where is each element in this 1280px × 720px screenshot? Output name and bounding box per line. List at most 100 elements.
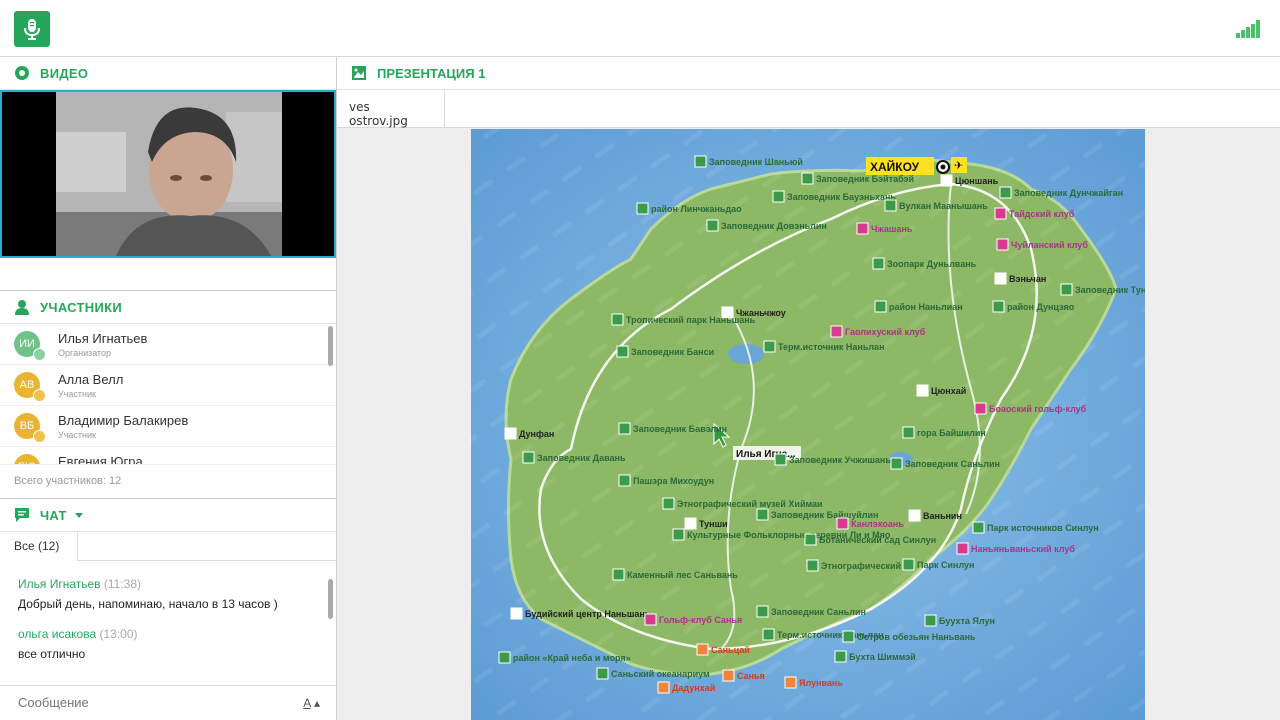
map-poi-marker-icon [908, 509, 921, 522]
map-place-label: Гаолихуский клуб [845, 327, 926, 337]
chat-scrollbar[interactable] [328, 579, 333, 619]
map-slide[interactable]: ХАЙКОУ ✈ Илья Игна... Заповедник Шаньюй З… [471, 129, 1145, 720]
map-place-label: Этнографический [821, 561, 901, 571]
message-input[interactable] [0, 686, 260, 719]
map-place-label: Буухта Ялун [939, 616, 995, 626]
map-poi-marker-icon [672, 528, 685, 541]
map-poi-marker-icon [612, 568, 625, 581]
presentation-icon [351, 65, 367, 81]
map-poi-marker-icon [694, 155, 707, 168]
map-place-label: Заповедник Шаньюй [709, 157, 803, 167]
text-format-icon: A [303, 696, 311, 710]
map-poi-marker-icon [763, 340, 776, 353]
map-poi-marker-icon [596, 667, 609, 680]
map-poi-marker-icon [618, 474, 631, 487]
chat-panel-header[interactable]: ЧАТ [0, 499, 336, 532]
participants-scrollbar[interactable] [328, 326, 333, 366]
map-place-label: Заповедник Довэньлин [721, 221, 827, 231]
avatar-initials: АВ [19, 379, 35, 391]
map-poi-marker-icon [636, 202, 649, 215]
map-poi-marker-icon [504, 427, 517, 440]
chat-message: ольга исакова (13:00) все отлично [0, 627, 336, 661]
participant-name: Алла Велл [58, 371, 124, 387]
participant-row[interactable]: ИИ Илья Игнатьев Организатор [0, 324, 336, 365]
map-place-label: район «Край неба и моря» [513, 653, 631, 663]
map-poi-marker-icon [924, 614, 937, 627]
map-place-label: Ботанический сад Синлун [819, 535, 936, 545]
participant-row[interactable]: ВБ Владимир Балакирев Участник [0, 406, 336, 447]
map-poi-marker-icon [972, 521, 985, 534]
map-place-label: Заповедник Бавэлин [633, 424, 727, 434]
map-place-label: гора Байшилин [917, 428, 986, 438]
chat-message: Илья Игнатьев (11:38) Добрый день, напом… [0, 577, 336, 611]
map-poi-marker-icon [834, 650, 847, 663]
message-text: все отлично [18, 647, 86, 661]
video-icon [14, 65, 30, 81]
map-poi-marker-icon [974, 402, 987, 415]
chat-panel: ЧАТ Все (12) Илья Игнатьев (11:38) Добры… [0, 499, 336, 720]
map-place-label: Будийский центр Наньшань [525, 609, 651, 619]
map-place-label: Цюншань [955, 176, 999, 186]
participants-panel: УЧАСТНИКИ ИИ Илья Игнатьев Организатор А… [0, 291, 336, 499]
chat-icon [14, 507, 30, 523]
map-place-label: Каменный лес Саньвань [627, 570, 738, 580]
avatar-initials: ИИ [19, 338, 35, 350]
top-bar [0, 0, 1280, 57]
message-author: Илья Игнатьев [18, 577, 101, 591]
map-poi-marker-icon [956, 542, 969, 555]
microphone-logo-icon[interactable] [14, 11, 50, 47]
map-poi-marker-icon [657, 681, 670, 694]
map-poi-marker-icon [994, 207, 1007, 220]
map-place-label: Заповедник Бэйтабэй [816, 174, 914, 184]
map-poi-marker-icon [696, 643, 709, 656]
chat-tab-all[interactable]: Все (12) [0, 532, 78, 561]
map-place-label: Заповедник Бауэньхань [787, 192, 896, 202]
map-poi-marker-icon [522, 451, 535, 464]
map-poi-marker-icon [611, 313, 624, 326]
avatar: АВ [14, 372, 46, 402]
map-place-label: Бухта Шиммэй [849, 652, 916, 662]
participant-row[interactable]: АВ Алла Велл Участник [0, 365, 336, 406]
text-format-button[interactable]: A ▴ [303, 696, 320, 710]
map-place-label: Боаоский гольф-клуб [989, 404, 1087, 414]
map-place-label: Заповедник Давань [537, 453, 626, 463]
organizer-badge-icon [33, 348, 46, 361]
video-controls-area [0, 258, 336, 291]
participant-badge-icon [33, 389, 46, 402]
message-time: (13:00) [99, 627, 138, 641]
map-poi-marker-icon [756, 508, 769, 521]
map-poi-marker-icon [1060, 283, 1073, 296]
message-time: (11:38) [103, 577, 142, 591]
webcam-image [56, 92, 282, 256]
file-tabs: ves ostrov.jpg [337, 90, 1280, 128]
chat-tabs: Все (12) [0, 532, 336, 561]
message-text: Добрый день, напоминаю, начало в 13 часо… [18, 597, 278, 611]
map-place-label: Гольф-клуб Санья [659, 615, 742, 625]
map-poi-marker-icon [662, 497, 675, 510]
map-place-label: Заповедник Дунчжайган [1014, 188, 1123, 198]
map-poi-marker-icon [940, 174, 953, 187]
map-place-label: Канлэхоань [851, 519, 904, 529]
map-place-label: Вулкан Маанышань [899, 201, 988, 211]
map-poi-marker-icon [774, 453, 787, 466]
avatar-initials: ВБ [19, 420, 35, 432]
video-feed[interactable] [0, 90, 336, 258]
participant-row[interactable]: ЕЮ Евгения Югра Участник [0, 447, 336, 464]
map-poi-marker-icon [830, 325, 843, 338]
map-poi-marker-icon [902, 558, 915, 571]
presentation-area: ПРЕЗЕНТАЦИЯ 1 ves ostrov.jpg ХАЙКОУ ✈ Ил… [337, 57, 1280, 720]
map-place-label: Пашэра Михоудун [633, 476, 714, 486]
map-poi-marker-icon [992, 300, 1005, 313]
file-tab[interactable]: ves ostrov.jpg [337, 90, 445, 128]
participants-panel-title: УЧАСТНИКИ [40, 299, 123, 315]
map-place-label: Саньский океанариум [611, 669, 710, 679]
map-poi-marker-icon [684, 517, 697, 530]
map-poi-marker-icon [644, 613, 657, 626]
participant-name: Евгения Югра [58, 453, 143, 465]
map-place-label: Этнографический музей Хиймаи [677, 499, 823, 509]
map-place-label: Цюнхай [931, 386, 966, 396]
chevron-down-icon[interactable] [74, 512, 83, 518]
map-place-label: Чуйланский клуб [1011, 240, 1088, 250]
video-panel-header: ВИДЕО [0, 57, 336, 90]
map-poi-marker-icon [856, 222, 869, 235]
